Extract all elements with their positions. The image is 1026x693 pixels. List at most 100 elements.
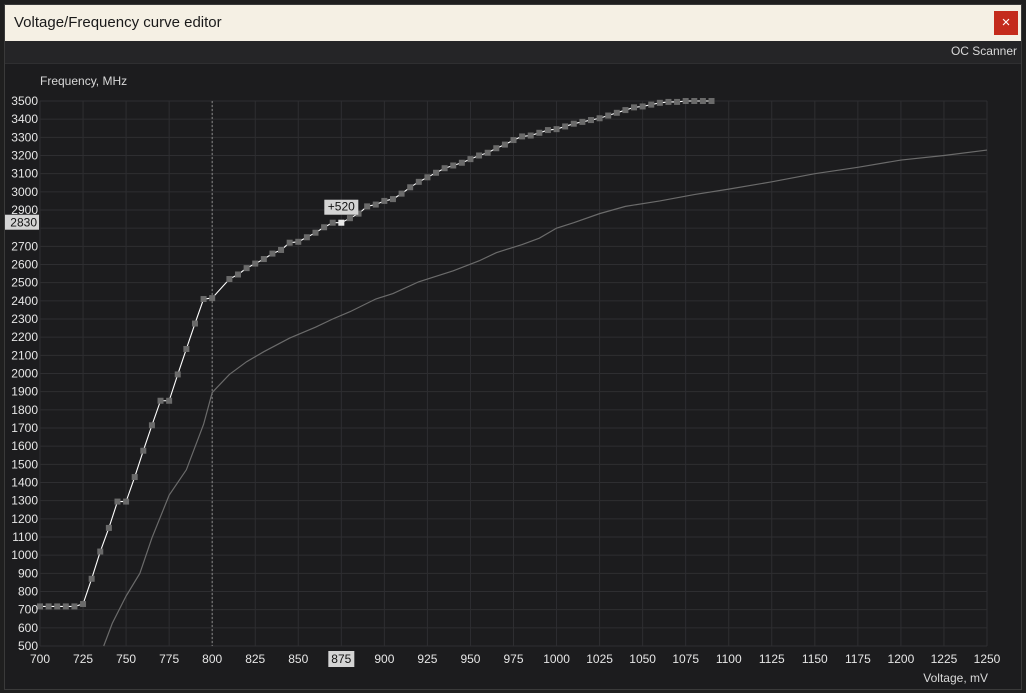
curve-point[interactable] — [191, 320, 198, 327]
x-tick-label: 775 — [159, 652, 179, 666]
curve-point[interactable] — [157, 397, 164, 404]
curve-point[interactable] — [527, 132, 534, 139]
curve-point[interactable] — [665, 98, 672, 105]
default-curve — [103, 149, 988, 647]
curve-point[interactable] — [648, 101, 655, 108]
curve-point[interactable] — [433, 169, 440, 176]
edited-curve-line[interactable] — [40, 100, 712, 607]
curve-point[interactable] — [441, 165, 448, 172]
curve-point[interactable] — [579, 118, 586, 125]
y-tick-label: 2700 — [11, 239, 38, 253]
curve-point[interactable] — [295, 238, 302, 245]
curve-point[interactable] — [80, 601, 87, 608]
selected-curve-point[interactable] — [338, 219, 345, 226]
curve-point[interactable] — [682, 98, 689, 104]
curve-point[interactable] — [493, 145, 500, 152]
curve-point[interactable] — [398, 190, 405, 197]
curve-point[interactable] — [226, 276, 233, 283]
curve-point[interactable] — [346, 215, 353, 222]
curve-point[interactable] — [97, 548, 104, 555]
curve-point[interactable] — [235, 271, 242, 278]
curve-point[interactable] — [553, 126, 560, 133]
y-tick-label: 600 — [18, 621, 38, 635]
curve-point[interactable] — [381, 197, 388, 204]
x-tick-labels: 700 725 750 775 800 825 850 900 925 950 975 1000 102… — [30, 652, 1001, 666]
curve-point[interactable] — [674, 98, 681, 105]
curve-points[interactable] — [37, 98, 715, 610]
curve-point[interactable] — [303, 234, 310, 241]
curve-point[interactable] — [278, 246, 285, 253]
curve-editor-window: Voltage/Frequency curve editor × OC Scan… — [4, 4, 1022, 690]
curve-point[interactable] — [321, 224, 328, 231]
y-tick-label: 3200 — [11, 149, 38, 163]
x-tick-label: 850 — [288, 652, 308, 666]
curve-point[interactable] — [424, 174, 431, 181]
curve-point[interactable] — [519, 133, 526, 140]
curve-point[interactable] — [312, 229, 319, 236]
curve-point[interactable] — [596, 115, 603, 122]
curve-point[interactable] — [389, 196, 396, 203]
curve-point[interactable] — [140, 447, 147, 454]
x-tick-label: 1025 — [586, 652, 613, 666]
curve-point[interactable] — [407, 184, 414, 191]
curve-point[interactable] — [699, 98, 706, 104]
curve-point[interactable] — [105, 524, 112, 531]
vf-curve-chart[interactable]: 500 600 700 800 900 1000 1100 1200 1300 1400 1500 1… — [5, 5, 1021, 689]
curve-point[interactable] — [260, 256, 267, 263]
curve-point[interactable] — [587, 117, 594, 124]
curve-point[interactable] — [286, 239, 293, 246]
curve-point[interactable] — [708, 98, 715, 104]
y-tick-labels: 500 600 700 800 900 1000 1100 1200 1300 1400 1500 1… — [11, 94, 38, 653]
curve-point[interactable] — [372, 201, 379, 208]
y-tick-label: 3500 — [11, 94, 38, 108]
curve-point[interactable] — [243, 265, 250, 272]
curve-point[interactable] — [166, 397, 173, 404]
curve-point[interactable] — [252, 260, 259, 267]
curve-point[interactable] — [88, 575, 95, 582]
curve-point[interactable] — [639, 103, 646, 110]
offset-label: +520 — [328, 200, 355, 214]
curve-point[interactable] — [536, 129, 543, 136]
curve-point[interactable] — [476, 152, 483, 159]
curve-point[interactable] — [329, 219, 336, 226]
curve-point[interactable] — [269, 250, 276, 257]
y-tick-label: 2000 — [11, 367, 38, 381]
curve-point[interactable] — [200, 296, 207, 303]
edited-curve[interactable] — [40, 100, 712, 607]
y-tick-label: 3400 — [11, 112, 38, 126]
curve-point[interactable] — [364, 203, 371, 210]
curve-point[interactable] — [131, 474, 138, 481]
curve-point[interactable] — [622, 107, 629, 114]
curve-point[interactable] — [656, 99, 663, 106]
curve-point[interactable] — [209, 295, 216, 302]
curve-point[interactable] — [510, 137, 517, 144]
curve-point[interactable] — [148, 422, 155, 429]
curve-point[interactable] — [123, 498, 130, 505]
curve-point[interactable] — [467, 156, 474, 163]
curve-point[interactable] — [501, 141, 508, 148]
curve-point[interactable] — [605, 112, 612, 119]
curve-point[interactable] — [570, 120, 577, 127]
curve-point[interactable] — [450, 162, 457, 169]
curve-point[interactable] — [183, 345, 190, 352]
curve-point[interactable] — [62, 603, 69, 610]
y-tick-label: 1700 — [11, 421, 38, 435]
y-tick-label: 800 — [18, 585, 38, 599]
curve-point[interactable] — [54, 603, 61, 610]
curve-point[interactable] — [631, 104, 638, 111]
curve-point[interactable] — [45, 603, 52, 610]
curve-point[interactable] — [613, 109, 620, 116]
curve-point[interactable] — [458, 159, 465, 166]
x-tick-label: 1175 — [845, 652, 871, 666]
curve-point[interactable] — [415, 178, 422, 185]
curve-point[interactable] — [691, 98, 698, 104]
curve-point[interactable] — [114, 498, 121, 505]
curve-point[interactable] — [71, 603, 78, 610]
y-tick-label: 3100 — [11, 167, 38, 181]
y-tick-label: 1400 — [11, 476, 38, 490]
curve-point[interactable] — [174, 371, 181, 378]
curve-point[interactable] — [562, 123, 569, 130]
y-tick-label: 3000 — [11, 185, 38, 199]
curve-point[interactable] — [484, 149, 491, 156]
curve-point[interactable] — [544, 127, 551, 134]
